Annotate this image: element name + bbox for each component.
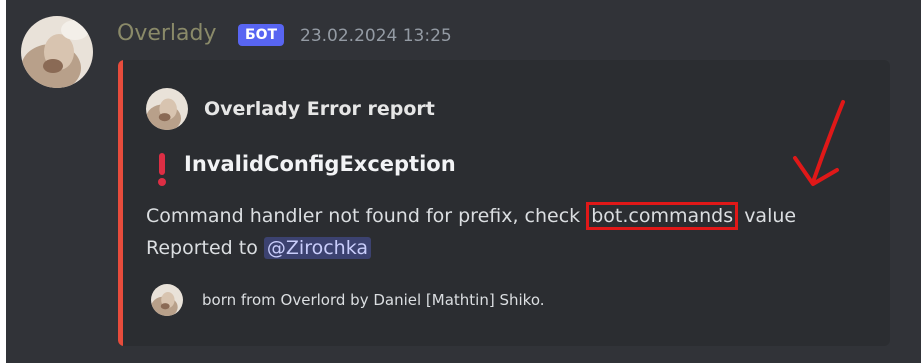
reported-line: Reported to @Zirochka — [146, 232, 796, 264]
description-prefix: Command handler not found for prefix, ch… — [146, 205, 581, 227]
description-line: Command handler not found for prefix, ch… — [146, 200, 796, 232]
message-timestamp: 23.02.2024 13:25 — [300, 26, 452, 46]
chat-panel: Overlady БОТ 23.02.2024 13:25 Overlady E… — [6, 0, 921, 363]
config-key-highlight: bot.commands — [586, 202, 739, 230]
bot-tag: БОТ — [238, 24, 284, 46]
footer-icon — [151, 284, 183, 316]
embed-author-icon — [146, 88, 188, 130]
embed-accent-bar — [118, 60, 123, 346]
exclamation-icon — [158, 153, 166, 186]
description-suffix: value — [744, 205, 797, 227]
embed-author-name: Overlady Error report — [204, 98, 435, 120]
embed-title: InvalidConfigException — [184, 152, 456, 176]
author-avatar[interactable] — [21, 16, 93, 88]
reported-prefix: Reported to — [146, 237, 258, 259]
user-mention[interactable]: @Zirochka — [263, 237, 372, 259]
error-embed: Overlady Error report InvalidConfigExcep… — [118, 60, 890, 346]
embed-description: Command handler not found for prefix, ch… — [146, 200, 796, 264]
embed-footer-text: born from Overlord by Daniel [Mathtin] S… — [202, 291, 545, 309]
red-arrow-icon — [793, 100, 845, 186]
author-name[interactable]: Overlady — [117, 20, 217, 48]
